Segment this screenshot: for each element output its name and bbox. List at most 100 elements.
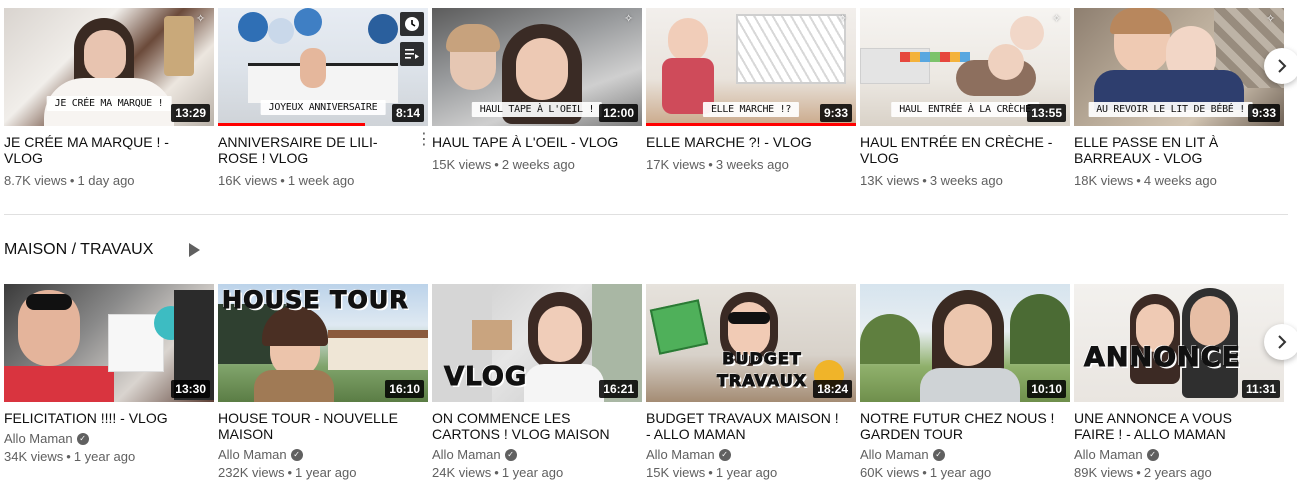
video-metadata: 16K views • 1 week ago xyxy=(218,172,428,190)
video-thumbnail[interactable]: JOYEUX ANNIVERSAIRE 8:14 xyxy=(218,8,428,126)
clock-icon[interactable] xyxy=(400,12,424,36)
separator-dot: • xyxy=(708,157,713,172)
view-count: 15K views xyxy=(646,465,706,480)
video-card[interactable]: HAUL TAPE À L'OEIL ! ✧ 12:00 HAUL TAPE À… xyxy=(432,8,642,190)
thumbnail-overlay-text: HAUL TAPE À L'OEIL ! xyxy=(471,102,603,117)
separator-dot: • xyxy=(287,465,293,480)
video-duration: 11:31 xyxy=(1241,380,1280,398)
video-card[interactable]: HOUSE TOUR 16:10 HOUSE TOUR - NOUVELLE M… xyxy=(218,284,428,482)
video-title[interactable]: JE CRÉE MA MARQUE ! - VLOG xyxy=(4,134,214,166)
upload-age: 1 day ago xyxy=(77,173,135,188)
more-vert-icon[interactable]: ⋮ xyxy=(416,132,432,148)
separator-dot: • xyxy=(708,465,713,480)
channel-name[interactable]: Allo Maman ✓ xyxy=(432,446,642,464)
video-metadata: 34K views • 1 year ago xyxy=(4,448,214,466)
video-metadata: 24K views • 1 year ago xyxy=(432,464,642,482)
view-count: 89K views xyxy=(1074,465,1134,480)
channel-name[interactable]: Allo Maman ✓ xyxy=(4,430,214,448)
sparkle-icon: ✧ xyxy=(838,13,848,25)
channel-name[interactable]: Allo Maman ✓ xyxy=(1074,446,1284,464)
channel-name[interactable]: Allo Maman ✓ xyxy=(646,446,856,464)
video-metadata: 15K views • 2 weeks ago xyxy=(432,156,642,174)
video-thumbnail[interactable]: HOUSE TOUR 16:10 xyxy=(218,284,428,402)
video-card[interactable]: 10:10 NOTRE FUTUR CHEZ NOUS ! GARDEN TOU… xyxy=(860,284,1070,482)
channel-label[interactable]: Allo Maman xyxy=(218,446,287,464)
upload-age: 2 weeks ago xyxy=(501,157,575,172)
video-thumbnail[interactable]: BUDGET TRAVAUX 18:24 xyxy=(646,284,856,402)
separator-dot: • xyxy=(1136,465,1141,480)
shelf-title[interactable]: MAISON / TRAVAUX xyxy=(4,240,153,260)
video-title[interactable]: FELICITATION !!!! - VLOG xyxy=(4,410,214,426)
video-thumbnail[interactable]: ELLE MARCHE !? ✧ 9:33 xyxy=(646,8,856,126)
video-duration: 13:55 xyxy=(1027,104,1066,122)
view-count: 16K views xyxy=(218,173,278,188)
channel-label[interactable]: Allo Maman xyxy=(4,430,73,448)
thumbnail-overlay-text: HOUSE TOUR xyxy=(222,286,409,315)
view-count: 15K views xyxy=(432,157,492,172)
section-divider xyxy=(4,214,1288,215)
check-circle-icon: ✓ xyxy=(290,449,303,461)
watch-progress-bar xyxy=(646,123,856,126)
video-duration: 16:10 xyxy=(385,380,424,398)
channel-label[interactable]: Allo Maman xyxy=(646,446,715,464)
video-title[interactable]: ON COMMENCE LES CARTONS ! VLOG MAISON xyxy=(432,410,642,442)
video-title[interactable]: HOUSE TOUR - NOUVELLE MAISON xyxy=(218,410,428,442)
video-thumbnail[interactable]: 10:10 xyxy=(860,284,1070,402)
video-title[interactable]: NOTRE FUTUR CHEZ NOUS ! GARDEN TOUR xyxy=(860,410,1070,442)
channel-label[interactable]: Allo Maman xyxy=(860,446,929,464)
video-metadata: 89K views • 2 years ago xyxy=(1074,464,1284,482)
channel-label[interactable]: Allo Maman xyxy=(432,446,501,464)
thumbnail-overlay-text: BUDGET TRAVAUX xyxy=(716,349,808,391)
video-card[interactable]: AU REVOIR LE LIT DE BÉBÉ ! ✧ 9:33 ELLE P… xyxy=(1074,8,1284,190)
video-title[interactable]: UNE ANNONCE A VOUS FAIRE ! - ALLO MAMAN xyxy=(1074,410,1284,442)
sparkle-icon: ✧ xyxy=(196,13,206,25)
chevron-right-icon[interactable] xyxy=(1264,324,1297,360)
video-metadata: 17K views • 3 weeks ago xyxy=(646,156,856,174)
view-count: 232K views xyxy=(218,465,285,480)
video-metadata: 8.7K views • 1 day ago xyxy=(4,172,214,190)
video-title[interactable]: HAUL ENTRÉE EN CRÈCHE - VLOG xyxy=(860,134,1070,166)
video-card[interactable]: BUDGET TRAVAUX 18:24 BUDGET TRAVAUX MAIS… xyxy=(646,284,856,482)
video-card[interactable]: JOYEUX ANNIVERSAIRE 8:14 ANNIVERSAIRE DE… xyxy=(218,8,432,190)
video-thumbnail[interactable]: HAUL ENTRÉE À LA CRÈCHE ✧ 13:55 xyxy=(860,8,1070,126)
channel-name[interactable]: Allo Maman ✓ xyxy=(218,446,428,464)
video-card[interactable]: JE CRÉE MA MARQUE ! ✧ 13:29 JE CRÉE MA M… xyxy=(4,8,214,190)
channel-label[interactable]: Allo Maman xyxy=(1074,446,1143,464)
video-thumbnail[interactable]: VLOG 16:21 xyxy=(432,284,642,402)
video-title[interactable]: ELLE MARCHE ?! - VLOG xyxy=(646,134,856,150)
check-circle-icon: ✓ xyxy=(1146,449,1159,461)
video-card[interactable]: ANNONCE 11:31 UNE ANNONCE A VOUS FAIRE !… xyxy=(1074,284,1284,482)
separator-dot: • xyxy=(494,157,499,172)
video-title[interactable]: BUDGET TRAVAUX MAISON ! - ALLO MAMAN xyxy=(646,410,856,442)
chevron-right-icon[interactable] xyxy=(1264,48,1297,84)
video-card[interactable]: 13:30 FELICITATION !!!! - VLOG Allo Mama… xyxy=(4,284,214,482)
upload-age: 1 year ago xyxy=(295,465,357,480)
video-thumbnail[interactable]: HAUL TAPE À L'OEIL ! ✧ 12:00 xyxy=(432,8,642,126)
channel-name[interactable]: Allo Maman ✓ xyxy=(860,446,1070,464)
queue-icon[interactable] xyxy=(400,42,424,66)
view-count: 60K views xyxy=(860,465,920,480)
sparkle-icon: ✧ xyxy=(624,13,634,25)
play-icon[interactable] xyxy=(189,243,201,257)
video-duration: 10:10 xyxy=(1027,380,1066,398)
video-card[interactable]: HAUL ENTRÉE À LA CRÈCHE ✧ 13:55 HAUL ENT… xyxy=(860,8,1070,190)
upload-age: 1 year ago xyxy=(929,465,992,480)
view-count: 13K views xyxy=(860,173,920,188)
video-title[interactable]: ANNIVERSAIRE DE LILI-ROSE ! VLOG xyxy=(218,134,428,166)
video-card[interactable]: ELLE MARCHE !? ✧ 9:33 ELLE MARCHE ?! - V… xyxy=(646,8,856,190)
video-title[interactable]: HAUL TAPE À L'OEIL - VLOG xyxy=(432,134,642,150)
upload-age: 1 year ago xyxy=(501,465,564,480)
separator-dot: • xyxy=(922,173,927,188)
video-metadata: 13K views • 3 weeks ago xyxy=(860,172,1070,190)
check-circle-icon: ✓ xyxy=(932,449,945,461)
video-title[interactable]: ELLE PASSE EN LIT À BARREAUX - VLOG xyxy=(1074,134,1284,166)
video-thumbnail[interactable]: ANNONCE 11:31 xyxy=(1074,284,1284,402)
video-duration: 12:00 xyxy=(599,104,638,122)
video-thumbnail[interactable]: JE CRÉE MA MARQUE ! ✧ 13:29 xyxy=(4,8,214,126)
upload-age: 1 year ago xyxy=(73,449,136,464)
sparkle-icon: ✧ xyxy=(1052,13,1062,25)
video-thumbnail[interactable]: 13:30 xyxy=(4,284,214,402)
video-thumbnail[interactable]: AU REVOIR LE LIT DE BÉBÉ ! ✧ 9:33 xyxy=(1074,8,1284,126)
video-card[interactable]: VLOG 16:21 ON COMMENCE LES CARTONS ! VLO… xyxy=(432,284,642,482)
thumbnail-overlay-text: AU REVOIR LE LIT DE BÉBÉ ! xyxy=(1088,102,1253,117)
